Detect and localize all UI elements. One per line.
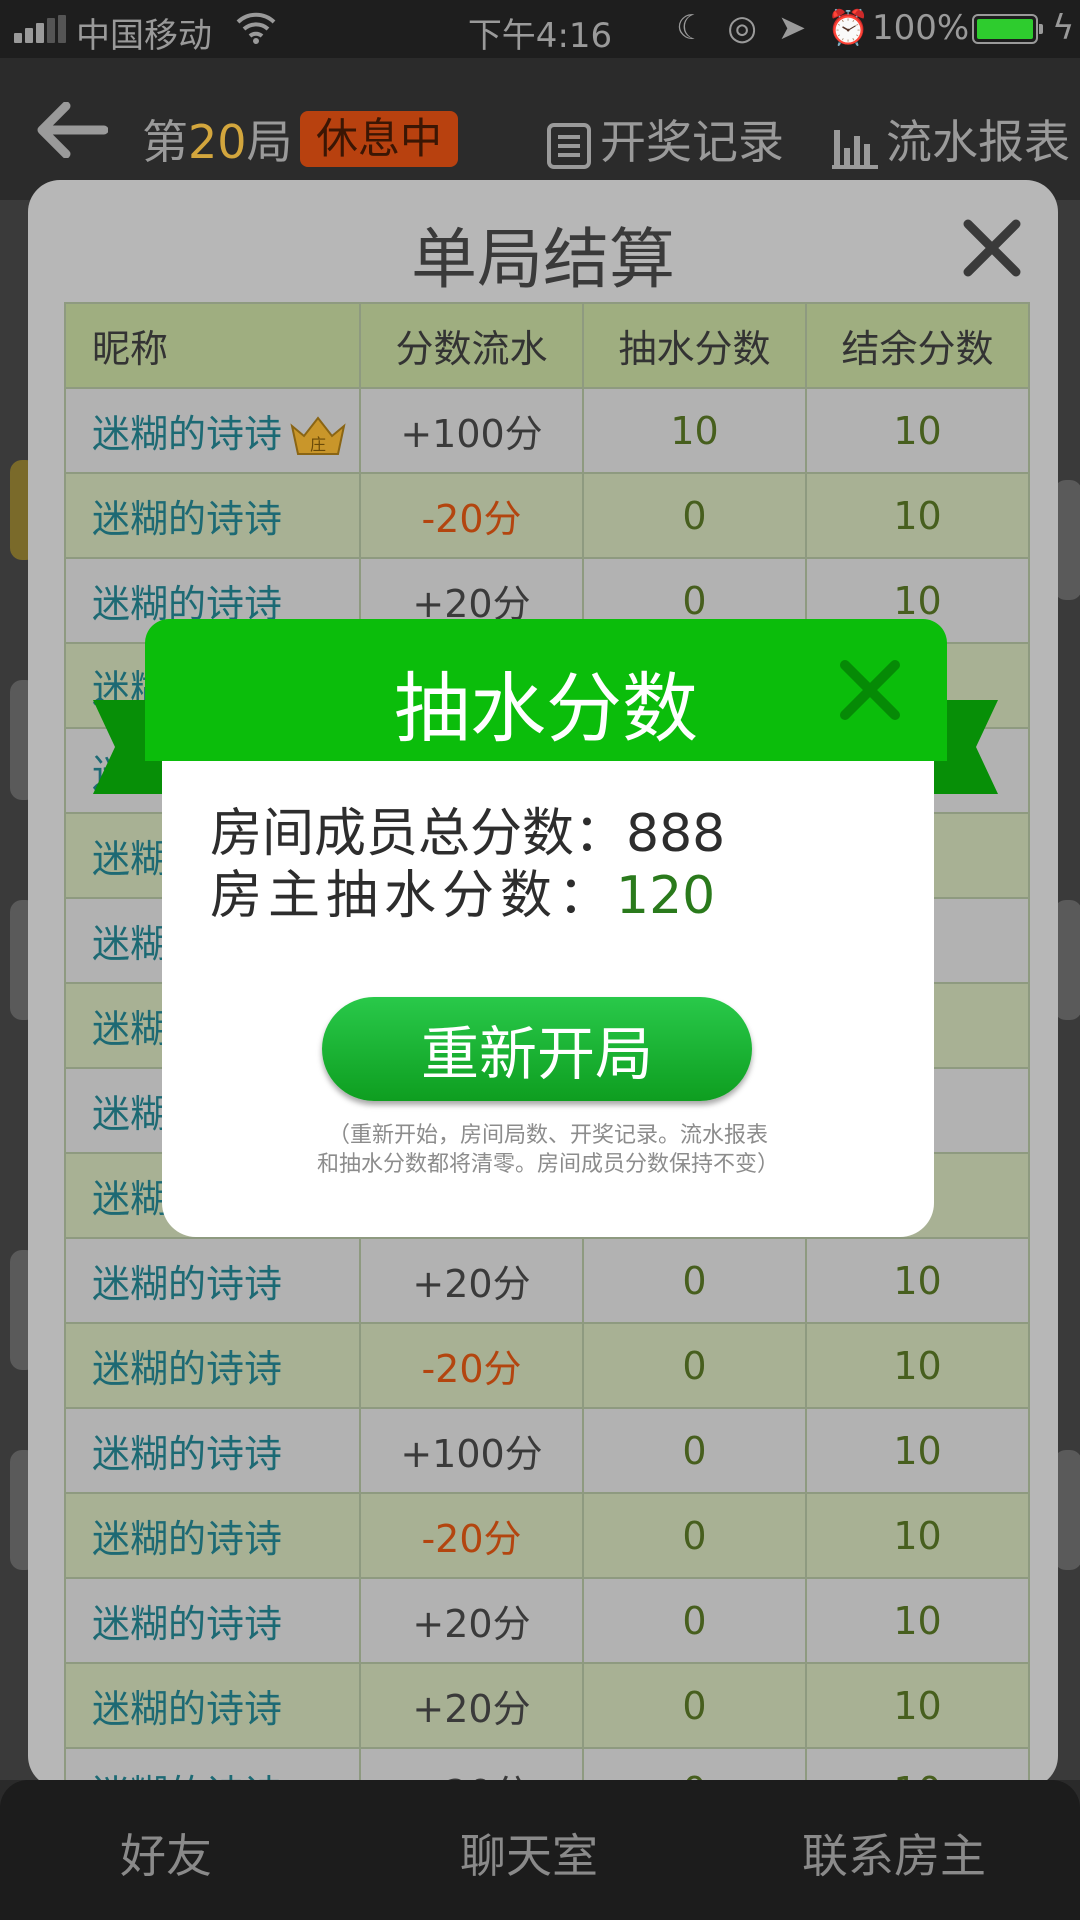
rake-cell: 0 [582, 1662, 807, 1749]
crown-icon: 庄 [290, 416, 346, 456]
column-header: 分数流水 [359, 302, 584, 389]
score-flow-cell: +20分 [359, 1662, 584, 1749]
back-arrow-icon[interactable] [34, 102, 108, 158]
close-icon[interactable] [837, 657, 903, 723]
table-row: 迷糊的诗诗+20分010 [64, 1662, 1030, 1749]
banker-badge: 庄 [310, 435, 326, 454]
score-flow-cell: -20分 [359, 1492, 584, 1579]
popup-title: 抽水分数 [394, 664, 698, 753]
nickname-cell: 迷糊的诗诗庄 [64, 387, 361, 474]
popup-body: 房间成员总分数：888 房主抽水分数：120 重新开局 （重新开始，房间局数、开… [162, 761, 934, 1237]
balance-cell: 10 [805, 1492, 1030, 1579]
nickname-cell: 迷糊的诗诗 [64, 1492, 361, 1579]
nickname-cell: 迷糊的诗诗 [64, 1322, 361, 1409]
dialog-title: 单局结算 [411, 221, 675, 298]
column-header: 抽水分数 [582, 302, 807, 389]
restart-note: （重新开始，房间局数、开奖记录。流水报表 和抽水分数都将清零。房间成员分数保持不… [316, 1123, 779, 1177]
score-flow-cell: +20分 [359, 1237, 584, 1324]
restart-button[interactable]: 重新开局 [322, 997, 752, 1101]
battery-icon [972, 14, 1043, 44]
lock-rotation-icon: ◎ [727, 8, 757, 48]
rake-cell: 0 [582, 1492, 807, 1579]
column-header: 结余分数 [805, 302, 1030, 389]
nickname-cell: 迷糊的诗诗 [64, 1662, 361, 1749]
popup-header: 抽水分数 [145, 619, 947, 761]
list-icon [547, 122, 591, 169]
table-row: 迷糊的诗诗 -20分 0 10 [64, 472, 1030, 559]
moon-icon: ☾ [676, 8, 707, 48]
table-row: 迷糊的诗诗+20分010 [64, 1577, 1030, 1664]
table-row: 迷糊的诗诗+20分010 [64, 1237, 1030, 1324]
tab-friends[interactable]: 好友 [120, 1820, 212, 1886]
records-button[interactable]: 开奖记录 [546, 106, 784, 172]
score-flow-cell: +20分 [359, 1577, 584, 1664]
rake-cell: 0 [582, 472, 807, 559]
report-button[interactable]: 流水报表 [832, 106, 1070, 172]
header: 第20局 休息中 开奖记录 流水报表 [0, 58, 1080, 200]
nickname-cell: 迷糊的诗诗 [64, 472, 361, 559]
table-row: 迷糊的诗诗 +100分 0 10 [64, 1407, 1030, 1494]
tab-chatroom[interactable]: 聊天室 [460, 1820, 598, 1886]
score-flow-cell: -20分 [359, 472, 584, 559]
close-icon[interactable] [960, 216, 1024, 280]
rake-cell: 0 [582, 1237, 807, 1324]
status-badge: 休息中 [300, 111, 459, 167]
tab-bar: 好友 聊天室 联系房主 [0, 1780, 1080, 1920]
balance-cell: 10 [805, 387, 1030, 474]
balance-cell: 10 [805, 1662, 1030, 1749]
balance-cell: 10 [805, 1577, 1030, 1664]
rake-cell: 0 [582, 1322, 807, 1409]
score-flow-cell: -20分 [359, 1322, 584, 1409]
balance-cell: 10 [805, 1407, 1030, 1494]
balance-cell: 10 [805, 1237, 1030, 1324]
nickname-cell: 迷糊的诗诗 [64, 1407, 361, 1494]
table-row: 迷糊的诗诗 -20分 0 10 [64, 1322, 1030, 1409]
balance-cell: 10 [805, 472, 1030, 559]
rake-cell: 10 [582, 387, 807, 474]
column-header: 昵称 [64, 302, 361, 389]
table-row: 迷糊的诗诗 -20分 0 10 [64, 1492, 1030, 1579]
rake-cell: 0 [582, 1407, 807, 1494]
rake-score-line: 房主抽水分数：120 [210, 866, 716, 926]
nickname-cell: 迷糊的诗诗 [64, 1237, 361, 1324]
round-number: 20 [188, 115, 247, 169]
tab-contact-host[interactable]: 联系房主 [802, 1820, 986, 1886]
score-flow-cell: +100分 [359, 1407, 584, 1494]
round-label: 第20局 [142, 115, 293, 169]
score-flow-cell: +100分 [359, 387, 584, 474]
location-icon: ➤ [777, 8, 807, 48]
status-bar: 中国移动 下午4:16 ☾ ◎ ➤ ⏰ 100% ϟ [0, 0, 1080, 58]
bar-chart-icon [832, 129, 878, 169]
alarm-icon: ⏰ [827, 8, 870, 48]
table-row: 迷糊的诗诗庄 +100分 10 10 [64, 387, 1030, 474]
rake-cell: 0 [582, 1577, 807, 1664]
battery-percent: 100% [872, 8, 970, 48]
charging-icon: ϟ [1052, 8, 1075, 48]
balance-cell: 10 [805, 1322, 1030, 1409]
nickname-cell: 迷糊的诗诗 [64, 1577, 361, 1664]
rake-score-value: 120 [616, 866, 716, 926]
